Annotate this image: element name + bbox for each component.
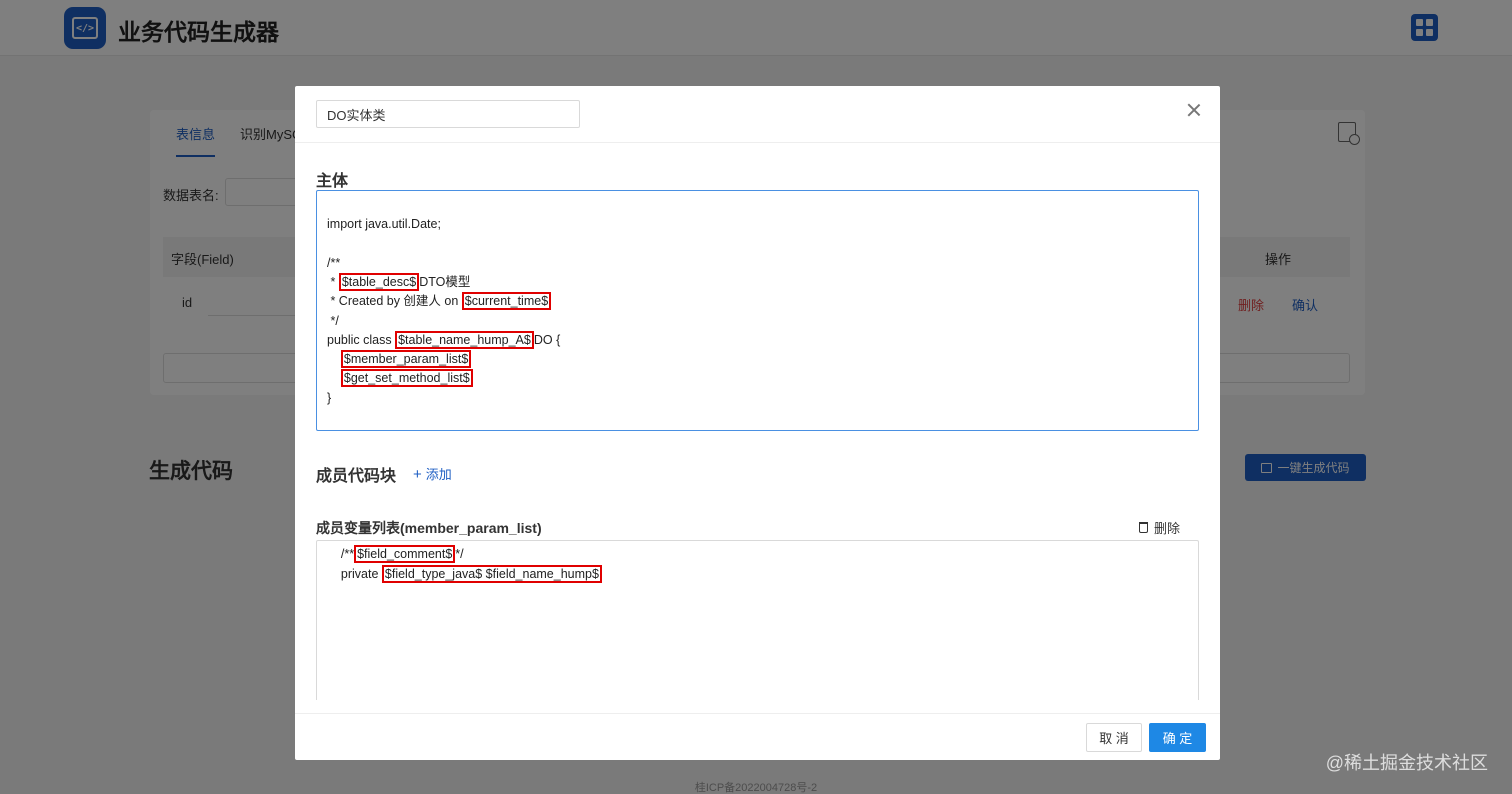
- template-variable: $get_set_method_list$: [340, 369, 473, 388]
- code-line: import java.util.Date;: [327, 215, 441, 233]
- template-variable: $table_desc$: [338, 272, 420, 291]
- code-line: * $table_desc$ DTO模型: [327, 272, 471, 291]
- code-line: /** $field_comment$ */: [327, 545, 464, 563]
- template-name-input[interactable]: [316, 100, 580, 128]
- dialog-footer: 取 消 确 定: [295, 713, 1220, 760]
- code-line: /**: [327, 254, 340, 272]
- code-line: }: [327, 389, 331, 407]
- code-text: private: [327, 567, 382, 581]
- code-line: public class $table_name_hump_A$ DO {: [327, 330, 561, 349]
- code-text: */: [327, 313, 339, 328]
- body-section-title: 主体: [316, 173, 349, 190]
- template-variable: $current_time$: [461, 292, 552, 311]
- template-editor-dialog: 主体 import java.util.Date; /** * $table_de…: [295, 86, 1220, 760]
- template-variable: $member_param_list$: [340, 350, 472, 369]
- code-line: private $field_type_java$ $field_name_hu…: [327, 565, 602, 583]
- watermark: @稀土掘金技术社区: [1325, 753, 1488, 773]
- code-line: $get_set_method_list$: [327, 369, 473, 388]
- code-line: * Created by 创建人 on $current_time$: [327, 292, 552, 311]
- close-icon[interactable]: [1186, 102, 1202, 118]
- code-text: public class: [327, 332, 396, 347]
- plus-icon: +: [413, 466, 422, 483]
- template-variable: $field_comment$: [354, 545, 456, 563]
- code-text: import java.util.Date;: [327, 217, 441, 231]
- code-text: * Created by 创建人 on: [327, 294, 462, 309]
- trash-icon: [1139, 522, 1148, 533]
- code-text: DTO模型: [419, 274, 471, 289]
- code-text: /**: [327, 547, 355, 561]
- body-code-editor[interactable]: import java.util.Date; /** * $table_desc$…: [316, 190, 1199, 431]
- ok-button[interactable]: 确 定: [1149, 723, 1206, 752]
- code-text: *: [327, 274, 339, 289]
- member-delete-button[interactable]: 删除: [1139, 518, 1180, 537]
- code-text: */: [455, 547, 464, 561]
- dialog-header: [295, 86, 1220, 143]
- code-text: DO {: [533, 332, 561, 347]
- member-code-editor[interactable]: /** $field_comment$ */ private $field_type…: [316, 540, 1199, 700]
- code-text: /**: [327, 255, 341, 270]
- template-variable: $table_name_hump_A$: [395, 330, 534, 349]
- cancel-button[interactable]: 取 消: [1086, 723, 1142, 752]
- add-member-label: 添加: [425, 467, 452, 482]
- code-line: */: [327, 312, 339, 330]
- member-block-title: 成员变量列表(member_param_list): [316, 520, 542, 536]
- member-delete-label: 删除: [1154, 521, 1181, 536]
- template-variable: $field_type_java$ $field_name_hump$: [381, 565, 602, 583]
- add-member-button[interactable]: + 添加: [413, 464, 452, 483]
- code-line: $member_param_list$: [327, 350, 472, 369]
- code-text: }: [327, 390, 332, 405]
- members-section-title: 成员代码块: [316, 468, 397, 485]
